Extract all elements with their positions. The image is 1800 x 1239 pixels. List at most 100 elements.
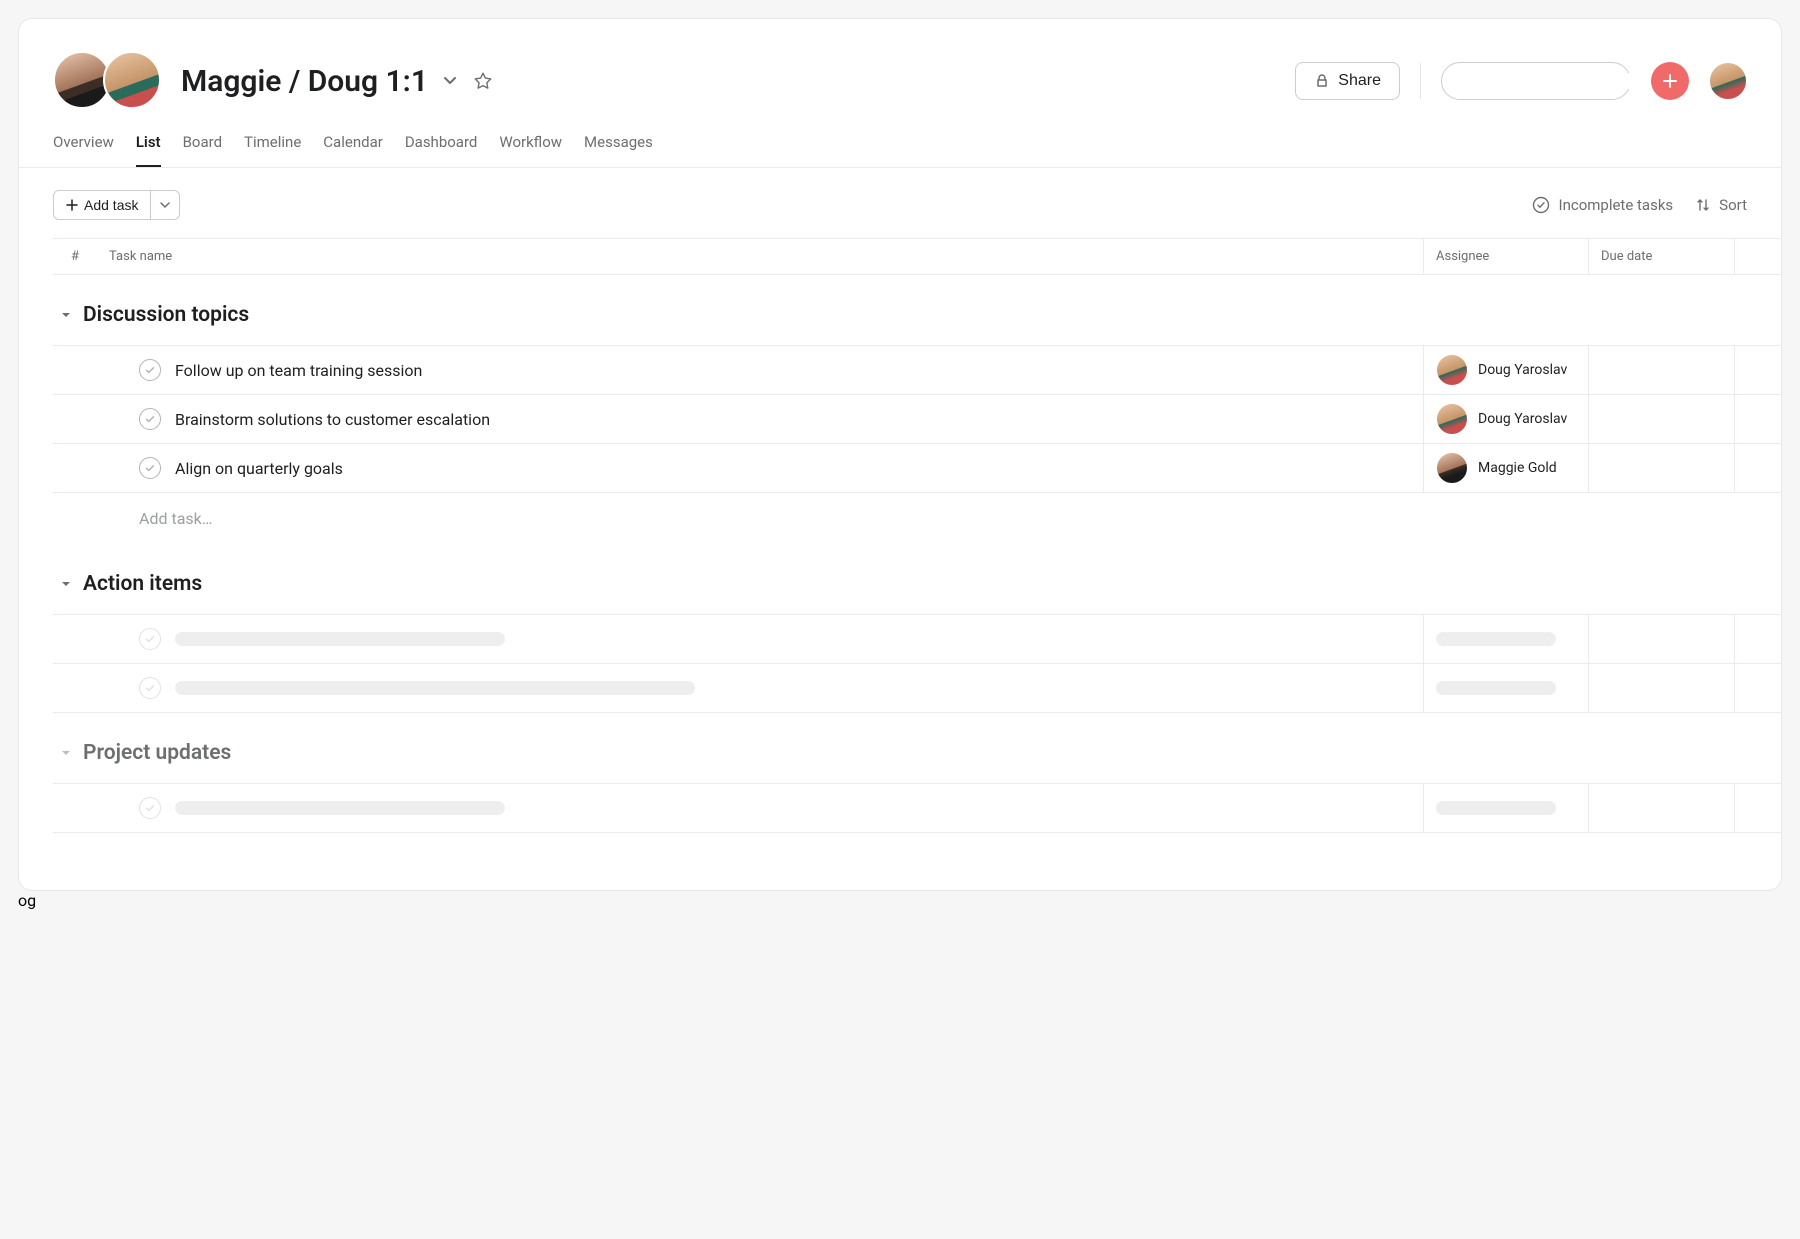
header: Maggie / Doug 1:1 Share (19, 19, 1781, 111)
task-row-placeholder[interactable] (53, 614, 1781, 663)
task-row[interactable]: Align on quarterly goals Maggie Gold (53, 443, 1781, 493)
sort-label: Sort (1719, 196, 1747, 214)
complete-toggle[interactable] (139, 457, 161, 479)
favorite-button[interactable] (472, 70, 494, 92)
task-name-cell[interactable] (97, 784, 1424, 832)
assignee-avatar (1436, 354, 1468, 386)
check-icon (144, 462, 156, 474)
complete-toggle[interactable] (139, 797, 161, 819)
due-date-cell[interactable] (1589, 444, 1735, 492)
search-input[interactable] (1464, 73, 1645, 89)
filter-incomplete-label: Incomplete tasks (1558, 196, 1673, 214)
assignee-cell[interactable] (1424, 664, 1589, 712)
task-row[interactable]: Brainstorm solutions to customer escalat… (53, 394, 1781, 443)
check-icon (144, 633, 156, 645)
task-num (53, 615, 97, 663)
task-name-cell[interactable]: Align on quarterly goals (97, 444, 1424, 492)
check-icon (144, 364, 156, 376)
chevron-down-icon (159, 199, 171, 211)
task-name-cell[interactable] (97, 615, 1424, 663)
assignee-name: Doug Yaroslav (1478, 411, 1567, 427)
section-discussion-topics: Discussion topics Follow up on team trai… (19, 275, 1781, 544)
task-row[interactable]: Follow up on team training session Doug … (53, 345, 1781, 394)
row-actions[interactable] (1735, 615, 1781, 663)
row-actions[interactable] (1735, 395, 1781, 443)
task-num (53, 784, 97, 832)
check-icon (144, 802, 156, 814)
section-header[interactable]: Project updates (53, 713, 1781, 783)
section-project-updates: Project updates (19, 713, 1781, 833)
check-circle-icon (1532, 196, 1550, 214)
placeholder-bar (1436, 801, 1556, 815)
chevron-down-icon (440, 71, 460, 91)
task-row-placeholder[interactable] (53, 663, 1781, 713)
task-name-cell[interactable]: Brainstorm solutions to customer escalat… (97, 395, 1424, 443)
section-title: Action items (83, 572, 202, 596)
tab-timeline[interactable]: Timeline (244, 133, 301, 167)
due-date-cell[interactable] (1589, 664, 1735, 712)
task-row-placeholder[interactable] (53, 783, 1781, 833)
task-name-cell[interactable] (97, 664, 1424, 712)
tab-calendar[interactable]: Calendar (323, 133, 383, 167)
complete-toggle[interactable] (139, 359, 161, 381)
due-date-cell[interactable] (1589, 395, 1735, 443)
tab-list[interactable]: List (136, 133, 161, 167)
complete-toggle[interactable] (139, 677, 161, 699)
divider (1420, 63, 1421, 99)
assignee-cell[interactable] (1424, 615, 1589, 663)
due-date-cell[interactable] (1589, 346, 1735, 394)
title-block: Maggie / Doug 1:1 (181, 64, 494, 99)
col-assignee[interactable]: Assignee (1424, 239, 1589, 274)
title-dropdown-button[interactable] (440, 71, 460, 91)
col-task-name[interactable]: Task name (97, 239, 1424, 274)
row-actions[interactable] (1735, 784, 1781, 832)
header-left: Maggie / Doug 1:1 (53, 51, 494, 111)
complete-toggle[interactable] (139, 408, 161, 430)
section-header[interactable]: Discussion topics (53, 275, 1781, 345)
assignee-cell[interactable] (1424, 784, 1589, 832)
row-actions[interactable] (1735, 664, 1781, 712)
tab-board[interactable]: Board (183, 133, 222, 167)
task-num (53, 664, 97, 712)
task-name-cell[interactable]: Follow up on team training session (97, 346, 1424, 394)
section-action-items: Action items (19, 544, 1781, 713)
task-list (53, 783, 1781, 833)
task-num (53, 395, 97, 443)
section-header[interactable]: Action items (53, 544, 1781, 614)
tab-messages[interactable]: Messages (584, 133, 653, 167)
task-num (53, 346, 97, 394)
global-add-button[interactable] (1651, 62, 1689, 100)
tab-workflow[interactable]: Workflow (499, 133, 562, 167)
add-task-dropdown-button[interactable] (150, 190, 180, 220)
assignee-cell[interactable]: Maggie Gold (1424, 444, 1589, 492)
complete-toggle[interactable] (139, 628, 161, 650)
add-task-inline[interactable]: Add task… (53, 493, 1781, 544)
tab-dashboard[interactable]: Dashboard (405, 133, 478, 167)
search-box[interactable] (1441, 62, 1631, 100)
placeholder-bar (175, 681, 695, 695)
col-due-date[interactable]: Due date (1589, 239, 1735, 274)
col-num: # (53, 239, 97, 274)
filter-incomplete-tasks[interactable]: Incomplete tasks (1532, 196, 1673, 214)
add-task-button[interactable]: Add task (53, 190, 150, 220)
current-user-avatar[interactable] (1709, 62, 1747, 100)
assignee-avatar (1436, 452, 1468, 484)
row-actions[interactable] (1735, 346, 1781, 394)
task-name: Align on quarterly goals (175, 459, 343, 478)
due-date-cell[interactable] (1589, 784, 1735, 832)
triangle-down-icon (59, 577, 73, 591)
triangle-down-icon (59, 308, 73, 322)
due-date-cell[interactable] (1589, 615, 1735, 663)
placeholder-bar (175, 801, 505, 815)
sort-button[interactable]: Sort (1695, 196, 1747, 214)
task-name: Follow up on team training session (175, 361, 422, 380)
plus-icon (1661, 72, 1679, 90)
tab-overview[interactable]: Overview (53, 133, 114, 167)
project-members-avatars[interactable] (53, 51, 163, 111)
col-add[interactable] (1735, 239, 1781, 274)
assignee-cell[interactable]: Doug Yaroslav (1424, 346, 1589, 394)
assignee-cell[interactable]: Doug Yaroslav (1424, 395, 1589, 443)
share-button[interactable]: Share (1295, 62, 1400, 100)
row-actions[interactable] (1735, 444, 1781, 492)
task-list: Follow up on team training session Doug … (53, 345, 1781, 493)
